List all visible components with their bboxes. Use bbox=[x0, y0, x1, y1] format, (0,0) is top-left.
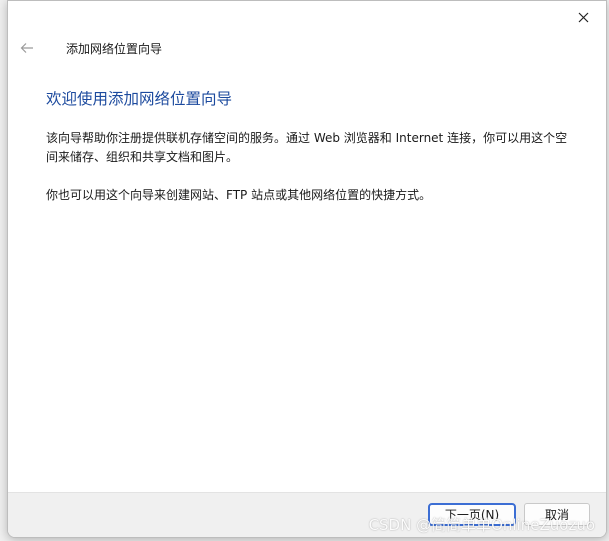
wizard-header: 添加网络位置向导 bbox=[8, 35, 606, 61]
title-bar bbox=[8, 1, 606, 35]
description-paragraph-2: 你也可以用这个向导来创建网站、FTP 站点或其他网络位置的快捷方式。 bbox=[46, 188, 432, 202]
add-network-location-wizard: 添加网络位置向导 欢迎使用添加网络位置向导 该向导帮助你注册提供联机存储空间的服… bbox=[7, 0, 607, 538]
next-button[interactable]: 下一页(N) bbox=[428, 503, 516, 526]
close-icon bbox=[578, 12, 588, 22]
wizard-title: 添加网络位置向导 bbox=[66, 42, 163, 56]
wizard-content: 欢迎使用添加网络位置向导 该向导帮助你注册提供联机存储空间的服务。通过 Web … bbox=[46, 87, 576, 224]
wizard-footer: 下一页(N) 取消 bbox=[8, 492, 606, 537]
desktop: 添加网络位置向导 欢迎使用添加网络位置向导 该向导帮助你注册提供联机存储空间的服… bbox=[0, 0, 609, 541]
close-button[interactable] bbox=[566, 4, 600, 30]
description-paragraph-1: 该向导帮助你注册提供联机存储空间的服务。通过 Web 浏览器和 Internet… bbox=[46, 131, 568, 164]
back-button[interactable] bbox=[14, 35, 40, 61]
cancel-button[interactable]: 取消 bbox=[524, 503, 590, 526]
back-arrow-icon bbox=[20, 43, 33, 53]
page-heading: 欢迎使用添加网络位置向导 bbox=[46, 90, 233, 108]
